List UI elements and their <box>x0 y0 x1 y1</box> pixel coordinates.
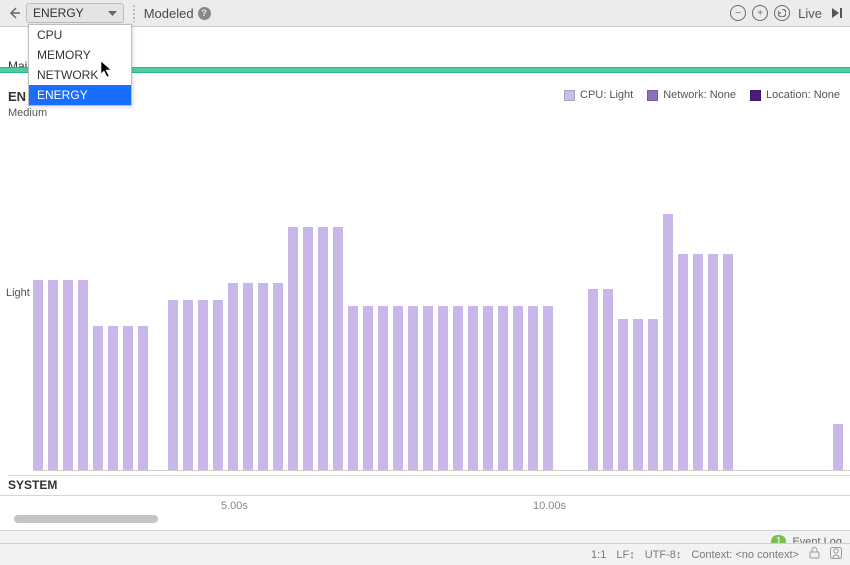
zoom-in-button[interactable]: + <box>752 5 768 21</box>
chart-bar <box>258 283 268 470</box>
chart-bar <box>543 306 553 470</box>
legend-item-cpu: CPU: Light <box>564 89 633 101</box>
chevron-down-icon <box>108 6 117 20</box>
chart-bar <box>483 306 493 470</box>
chart-bar <box>708 254 718 470</box>
label-energy-partial: EN <box>8 89 26 104</box>
chart-bar <box>693 254 703 470</box>
dropdown-label: ENERGY <box>33 6 84 20</box>
zoom-reset-button[interactable] <box>774 5 790 21</box>
chart-bar <box>423 306 433 470</box>
time-axis: 5.00s 10.00s <box>0 495 850 517</box>
toolbar-separator <box>132 4 136 22</box>
chart-bar <box>93 326 103 470</box>
zoom-out-button[interactable]: − <box>730 5 746 21</box>
chart-bar <box>78 280 88 470</box>
chart-bar <box>33 280 43 470</box>
chart-bar <box>48 280 58 470</box>
toolbar-right: − + Live <box>730 5 844 21</box>
context-label[interactable]: Context: <no context> <box>691 549 799 561</box>
swatch-location-icon <box>750 90 761 101</box>
chart-bar <box>228 283 238 470</box>
status-bar-lower: 1:1 LF↕ UTF-8↕ Context: <no context> <box>0 543 850 565</box>
chart-legend: CPU: Light Network: None Location: None <box>564 89 840 101</box>
chart-bar <box>333 227 343 470</box>
chart-bar <box>318 227 328 470</box>
energy-chart[interactable] <box>33 117 850 471</box>
swatch-network-icon <box>647 90 658 101</box>
legend-item-network: Network: None <box>647 89 736 101</box>
chart-bar <box>498 306 508 470</box>
chart-bar <box>408 306 418 470</box>
tick-5s: 5.00s <box>221 500 248 512</box>
chart-bar <box>273 283 283 470</box>
chart-bar <box>63 280 73 470</box>
chart-bar <box>833 424 843 470</box>
tick-10s: 10.00s <box>533 500 566 512</box>
modeled-label: Modeled ? <box>144 6 211 21</box>
chart-bar <box>288 227 298 470</box>
dropdown-item-cpu[interactable]: CPU <box>29 25 131 45</box>
profiler-toolbar: ENERGY Modeled ? − + Live <box>0 0 850 27</box>
chart-bar <box>663 214 673 470</box>
line-separator-button[interactable]: LF↕ <box>616 549 634 561</box>
chart-bar <box>588 289 598 470</box>
cursor-icon <box>100 60 114 78</box>
chart-bar <box>363 306 373 470</box>
dropdown-item-memory[interactable]: MEMORY <box>29 45 131 65</box>
chart-bar <box>168 300 178 470</box>
dropdown-item-network[interactable]: NETWORK <box>29 65 131 85</box>
chart-bar <box>528 306 538 470</box>
chart-bar <box>723 254 733 470</box>
profiler-dropdown[interactable]: ENERGY <box>26 3 124 23</box>
chart-bar <box>108 326 118 470</box>
chart-bar <box>648 319 658 470</box>
system-row: SYSTEM <box>8 475 850 493</box>
help-icon[interactable]: ? <box>198 7 211 20</box>
chart-bar <box>243 283 253 470</box>
chart-bar <box>468 306 478 470</box>
back-icon[interactable] <box>6 5 22 21</box>
profiler-dropdown-menu: CPU MEMORY NETWORK ENERGY <box>28 24 132 106</box>
encoding-button[interactable]: UTF-8↕ <box>645 549 682 561</box>
chart-bar <box>138 326 148 470</box>
lock-icon[interactable] <box>809 547 820 562</box>
chart-bar <box>603 289 613 470</box>
chart-bar <box>633 319 643 470</box>
chart-bar <box>303 227 313 470</box>
caret-position[interactable]: 1:1 <box>591 549 606 561</box>
chart-bar <box>213 300 223 470</box>
chart-bar <box>618 319 628 470</box>
chart-bar <box>378 306 388 470</box>
legend-item-location: Location: None <box>750 89 840 101</box>
y-tick-light: Light <box>6 287 30 299</box>
chart-bar <box>438 306 448 470</box>
chart-bar <box>348 306 358 470</box>
chart-bar <box>198 300 208 470</box>
toolbar-left: ENERGY Modeled ? <box>6 3 211 23</box>
horizontal-scrollbar[interactable] <box>14 515 158 523</box>
chart-bar <box>513 306 523 470</box>
chart-bar <box>453 306 463 470</box>
chart-bar <box>123 326 133 470</box>
chart-bar <box>393 306 403 470</box>
chart-bar <box>183 300 193 470</box>
chart-bar <box>678 254 688 470</box>
swatch-cpu-icon <box>564 90 575 101</box>
inspector-icon[interactable] <box>830 547 842 562</box>
goto-live-button[interactable] <box>830 6 844 20</box>
live-label: Live <box>798 6 822 21</box>
dropdown-item-energy[interactable]: ENERGY <box>29 85 131 105</box>
